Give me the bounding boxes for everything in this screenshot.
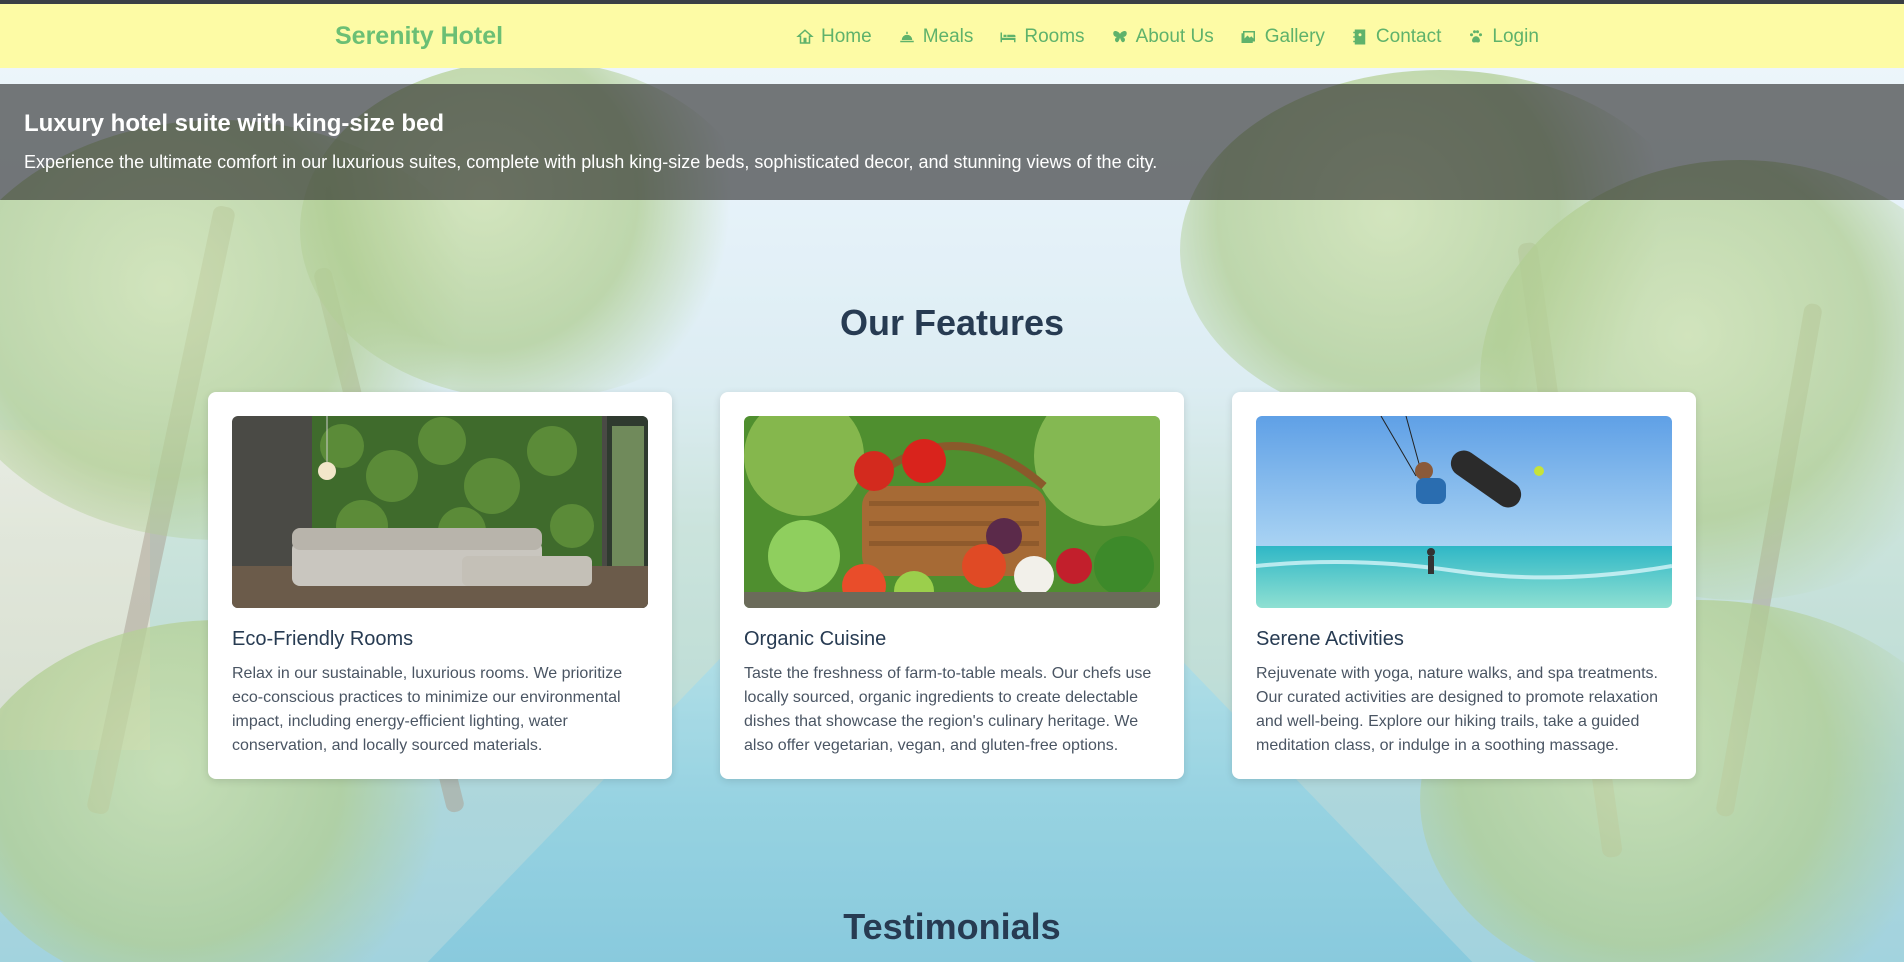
feature-text: Relax in our sustainable, luxurious room… — [232, 665, 623, 754]
feature-image-serene-activities — [1256, 416, 1672, 608]
nav-about-us-label: About Us — [1135, 26, 1214, 47]
nav-contact[interactable]: Contact — [1351, 24, 1441, 50]
features-heading: Our Features — [839, 302, 1065, 343]
feature-title: Eco-Friendly Rooms — [232, 628, 414, 650]
nav-gallery-label: Gallery — [1264, 26, 1325, 47]
nav-login[interactable]: Login — [1467, 24, 1539, 50]
feature-image-organic-cuisine — [744, 416, 1160, 608]
features-cards: Eco-Friendly Rooms Relax in our sustaina… — [208, 392, 1696, 779]
feature-title: Serene Activities — [1256, 628, 1404, 650]
testimonials-heading: Testimonials — [843, 906, 1061, 947]
butterfly-icon — [1112, 31, 1127, 43]
nav-contact-label: Contact — [1375, 26, 1442, 47]
home-icon — [796, 29, 814, 44]
nav-meals[interactable]: Meals — [898, 24, 974, 50]
nav-rooms[interactable]: Rooms — [999, 24, 1085, 50]
hero-caption-title: Luxury hotel suite with king-size bed — [24, 110, 445, 137]
nav-home[interactable]: Home — [796, 24, 872, 50]
nav-meals-label: Meals — [922, 26, 974, 47]
contact-book-icon — [1353, 29, 1366, 45]
meals-icon — [899, 31, 914, 43]
nav-gallery[interactable]: Gallery — [1240, 24, 1325, 50]
feature-image-eco-rooms — [232, 416, 648, 608]
nav-about-us[interactable]: About Us — [1111, 24, 1214, 50]
feature-card-eco-rooms: Eco-Friendly Rooms Relax in our sustaina… — [208, 392, 672, 779]
hero-caption: Luxury hotel suite with king-size bed Ex… — [0, 84, 1904, 200]
bed-icon — [1000, 32, 1016, 43]
feature-title: Organic Cuisine — [744, 628, 887, 650]
hero-caption-text: Experience the ultimate comfort in our l… — [24, 152, 1158, 172]
feature-card-organic-cuisine: Organic Cuisine Taste the freshness of f… — [720, 392, 1184, 779]
feature-text: Rejuvenate with yoga, nature walks, and … — [1256, 665, 1658, 754]
nav-menu: Home Meals Rooms About Us Gallery Contac… — [796, 24, 1539, 50]
nav-home-label: Home — [821, 26, 872, 47]
nav-rooms-label: Rooms — [1024, 26, 1085, 47]
feature-text: Taste the freshness of farm-to-table mea… — [744, 665, 1152, 754]
nav-login-label: Login — [1492, 26, 1539, 47]
gallery-icon — [1241, 31, 1255, 43]
paw-icon — [1470, 30, 1483, 43]
brand-logo[interactable]: Serenity Hotel — [335, 22, 503, 51]
feature-card-serene-activities: Serene Activities Rejuvenate with yoga, … — [1232, 392, 1696, 779]
navbar: Serenity Hotel Home Meals Rooms About Us… — [0, 4, 1904, 68]
